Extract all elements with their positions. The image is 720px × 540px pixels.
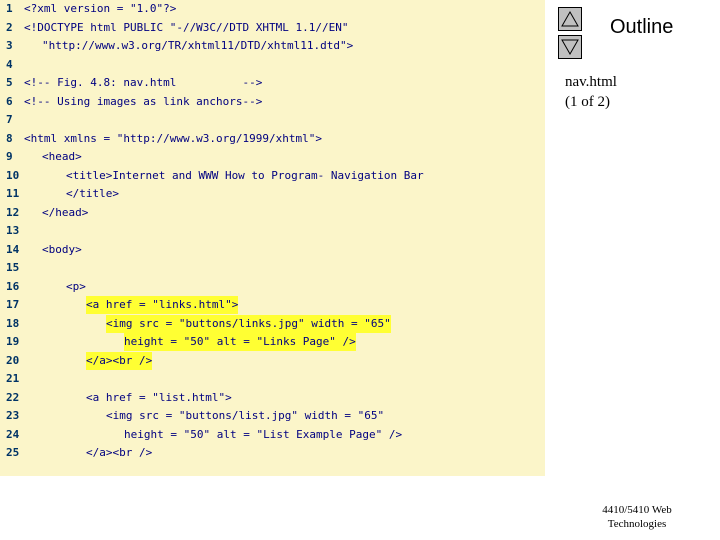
code-text: <head>: [42, 150, 82, 163]
line-number: 4: [6, 57, 13, 71]
code-line: 19 height = "50" alt = "Links Page" />: [0, 333, 545, 351]
code-text: </title>: [66, 187, 119, 200]
line-number: 19: [6, 335, 20, 348]
code-line: 25 </a><br />: [0, 444, 545, 462]
file-title: nav.html (1 of 2): [565, 72, 617, 112]
line-number: 16: [6, 279, 20, 293]
code-text: <!-- Fig. 4.8: nav.html -->: [24, 76, 263, 89]
triangle-up-icon: [561, 10, 579, 27]
code-text: <title>Internet and WWW How to Program- …: [66, 168, 424, 182]
code-line: 18 <img src = "buttons/links.jpg" width =…: [0, 314, 545, 333]
triangle-down-icon: [561, 39, 579, 56]
code-line: 2 <!DOCTYPE html PUBLIC "-//W3C//DTD XHTM…: [0, 19, 545, 37]
code-text: <?xml version = "1.0"?>: [24, 2, 177, 15]
line-number: 23: [6, 409, 20, 422]
line-number: 17: [6, 298, 20, 311]
code-text: <!-- Using images as link anchors-->: [24, 94, 263, 108]
code-line: 17 <a href = "links.html">: [0, 296, 545, 314]
line-number: 18: [6, 316, 20, 330]
line-number: 8: [6, 131, 13, 145]
code-line: 3 "http://www.w3.org/TR/xhtml11/DTD/xhtml…: [0, 37, 545, 55]
course-footer: 4410/5410 Web Technologies: [582, 503, 692, 531]
line-number: 21: [6, 372, 20, 385]
line-number: 7: [6, 113, 13, 126]
line-number: 12: [6, 205, 20, 219]
code-text: "http://www.w3.org/TR/xhtml11/DTD/xhtml1…: [42, 39, 354, 52]
code-text: <img src = "buttons/links.jpg" width = "…: [106, 314, 391, 333]
line-number: 15: [6, 261, 20, 274]
code-line: 16 <p>: [0, 278, 545, 296]
line-number: 14: [6, 242, 20, 256]
code-line: 9 <head>: [0, 148, 545, 166]
code-line: 7: [0, 111, 545, 129]
page-indicator: (1 of 2): [565, 94, 610, 110]
code-text: <img src = "buttons/list.jpg" width = "6…: [106, 409, 385, 422]
line-number: 10: [6, 168, 20, 182]
line-number: 22: [6, 390, 20, 404]
code-line: 15: [0, 259, 545, 277]
code-line: 22 <a href = "list.html">: [0, 389, 545, 407]
next-slide-button[interactable]: [558, 35, 582, 59]
line-number: 13: [6, 224, 20, 237]
code-line: 11 </title>: [0, 185, 545, 203]
code-line: 23 <img src = "buttons/list.jpg" width = …: [0, 407, 545, 425]
code-line: 6 <!-- Using images as link anchors-->: [0, 93, 545, 111]
previous-slide-button[interactable]: [558, 7, 582, 31]
code-line: 21: [0, 370, 545, 388]
code-text: <!DOCTYPE html PUBLIC "-//W3C//DTD XHTML…: [24, 20, 349, 34]
outline-title: Outline: [610, 16, 674, 38]
line-number: 6: [6, 94, 13, 108]
code-text: </head>: [42, 205, 89, 219]
line-number: 11: [6, 187, 20, 200]
code-line: 12 </head>: [0, 204, 545, 222]
code-line: 14 <body>: [0, 241, 545, 259]
code-line: 4: [0, 56, 545, 74]
code-line: 13: [0, 222, 545, 240]
code-text: <a href = "links.html">: [86, 296, 239, 314]
code-listing: 1 <?xml version = "1.0"?> 2 <!DOCTYPE html …: [0, 0, 545, 476]
code-line: 8 <html xmlns = "http://www.w3.org/1999/x…: [0, 130, 545, 148]
line-number: 2: [6, 20, 13, 34]
code-text: </a><br />: [86, 351, 153, 370]
code-line: 1 <?xml version = "1.0"?>: [0, 0, 545, 18]
code-line: 10 <title>Internet and WWW How to Program…: [0, 167, 545, 185]
code-text: <html xmlns = "http://www.w3.org/1999/xh…: [24, 131, 323, 145]
line-number: 5: [6, 76, 13, 89]
line-number: 24: [6, 427, 20, 441]
line-number: 20: [6, 353, 20, 367]
line-number: 3: [6, 39, 13, 52]
code-line: 24 height = "50" alt = "List Example Page…: [0, 426, 545, 444]
code-text: <body>: [42, 242, 82, 256]
line-number: 25: [6, 446, 20, 459]
code-line: 20 </a><br />: [0, 351, 545, 370]
code-text: </a><br />: [86, 446, 153, 459]
line-number: 1: [6, 2, 13, 15]
code-line: 5 <!-- Fig. 4.8: nav.html -->: [0, 74, 545, 92]
line-number: 9: [6, 150, 13, 163]
footer-line-1: 4410/5410 Web: [602, 504, 672, 516]
code-text: <a href = "list.html">: [86, 390, 232, 404]
file-name: nav.html: [565, 74, 617, 90]
footer-line-2: Technologies: [607, 518, 667, 530]
code-text: <p>: [66, 279, 86, 293]
code-text: height = "50" alt = "List Example Page" …: [124, 427, 403, 441]
code-text: height = "50" alt = "Links Page" />: [124, 333, 356, 351]
